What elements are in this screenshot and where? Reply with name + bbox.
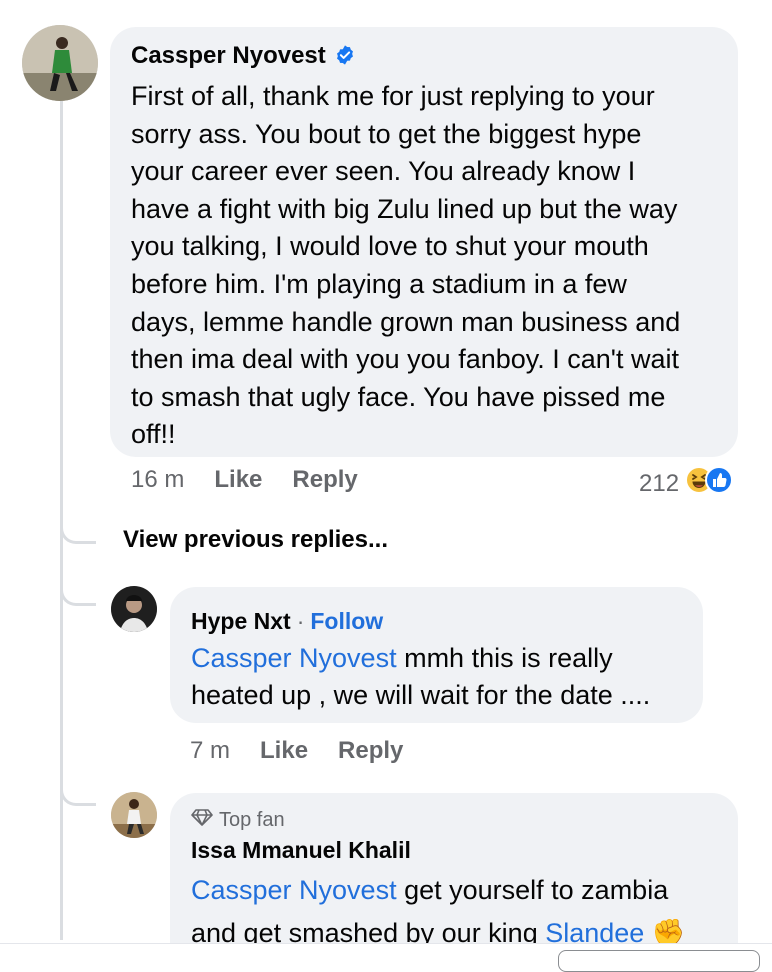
comment-line: then ima deal with you you fanboy. I can… bbox=[131, 344, 679, 375]
reply-bubble: Top fan Issa Mmanuel Khalil Cassper Nyov… bbox=[170, 793, 738, 960]
comment-line: days, lemme handle grown man business an… bbox=[131, 306, 681, 337]
follow-button[interactable]: Follow bbox=[310, 608, 383, 634]
comment-line: you talking, I would love to shut your m… bbox=[131, 231, 649, 262]
separator-dot: · bbox=[296, 608, 305, 634]
comment-text: First of all, thank me for just replying… bbox=[131, 78, 718, 454]
reply-text-segment: heated up , we will wait for the date ..… bbox=[191, 680, 651, 710]
like-button[interactable]: Like bbox=[214, 466, 262, 494]
input-field-edge[interactable] bbox=[558, 950, 760, 972]
comment-line: before him. I'm playing a stadium in a f… bbox=[131, 268, 627, 299]
reaction-summary[interactable]: 212 bbox=[639, 466, 734, 501]
verified-badge-icon bbox=[334, 44, 356, 74]
comment-line: your career ever seen. You already know … bbox=[131, 156, 636, 187]
reply-time[interactable]: 7 m bbox=[190, 737, 230, 765]
like-button[interactable]: Like bbox=[260, 737, 308, 765]
reply-button[interactable]: Reply bbox=[292, 466, 357, 494]
comment-author[interactable]: Cassper Nyovest bbox=[131, 42, 326, 69]
avatar[interactable] bbox=[111, 586, 157, 632]
comment-meta: 16 m Like Reply bbox=[131, 466, 358, 494]
mention-link[interactable]: Cassper Nyovest bbox=[191, 643, 397, 673]
comment-bubble: Cassper Nyovest First of all, thank me f… bbox=[110, 27, 738, 457]
view-previous-replies-link[interactable]: View previous replies... bbox=[123, 526, 388, 554]
comment-line: to smash that ugly face. You have pissed… bbox=[131, 381, 666, 412]
reply-text-segment: mmh this is really bbox=[396, 643, 613, 673]
comment-time[interactable]: 16 m bbox=[131, 466, 184, 494]
reply-bubble: Hype Nxt · Follow Cassper Nyovest mmh this… bbox=[170, 587, 703, 723]
top-fan-label: Top fan bbox=[219, 808, 285, 831]
comment-line: sorry ass. You bout to get the biggest h… bbox=[131, 118, 642, 149]
reply-author[interactable]: Issa Mmanuel Khalil bbox=[191, 837, 411, 863]
reply-meta: 7 m Like Reply bbox=[190, 737, 403, 765]
reply-author[interactable]: Hype Nxt bbox=[191, 608, 291, 634]
reply-text-segment: get yourself to zambia bbox=[396, 875, 669, 905]
comment-line: First of all, thank me for just replying… bbox=[131, 81, 655, 111]
comment-line: have a fight with big Zulu lined up but … bbox=[131, 193, 678, 224]
reply-button[interactable]: Reply bbox=[338, 737, 403, 765]
reply-text: Cassper Nyovest mmh this is really heate… bbox=[191, 640, 683, 714]
like-reaction-icon bbox=[705, 466, 734, 501]
thread-connector bbox=[60, 508, 96, 544]
top-fan-badge: Top fan bbox=[191, 808, 718, 832]
thread-connector bbox=[60, 570, 96, 606]
comment-line: off!! bbox=[131, 419, 176, 450]
reaction-count: 212 bbox=[639, 469, 680, 497]
avatar[interactable] bbox=[22, 25, 98, 101]
avatar[interactable] bbox=[111, 792, 157, 838]
diamond-icon bbox=[191, 808, 213, 832]
thread-connector bbox=[60, 770, 96, 806]
mention-link[interactable]: Cassper Nyovest bbox=[191, 875, 397, 905]
